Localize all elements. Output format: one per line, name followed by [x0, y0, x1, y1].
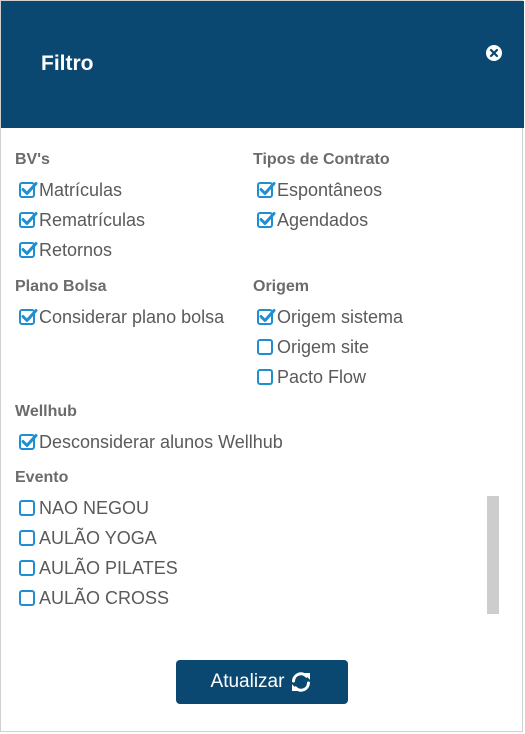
checkbox-checked[interactable]: [19, 212, 38, 228]
checkbox-label: NAO NEGOU: [39, 497, 150, 518]
checkbox-label: AULÃO PILATES: [39, 557, 178, 578]
modal-header: Filtro: [1, 1, 524, 128]
checkbox-label: Origem sistema: [277, 306, 404, 327]
checkbox-row-retornos[interactable]: Retornos: [19, 238, 112, 262]
checkbox-row-origem-site[interactable]: Origem site: [257, 335, 369, 359]
checkbox-label: AULÃO YOGA: [39, 527, 157, 548]
checkbox-label: Considerar plano bolsa: [39, 306, 225, 327]
checkbox[interactable]: [257, 369, 273, 385]
checkbox-label: Rematrículas: [39, 209, 146, 230]
refresh-icon: [289, 670, 313, 694]
checkbox-label: Pacto Flow: [277, 366, 367, 387]
checkbox-row-desconsiderar-wellhub[interactable]: Desconsiderar alunos Wellhub: [19, 430, 283, 454]
checkbox[interactable]: [19, 530, 35, 546]
update-button-label: Atualizar: [210, 671, 285, 692]
section-label-plano-bolsa: Plano Bolsa: [15, 278, 107, 295]
section-label-evento: Evento: [15, 469, 69, 486]
section-label-origem: Origem: [253, 278, 310, 295]
section-label-tipos-contrato: Tipos de Contrato: [253, 151, 390, 168]
checkbox[interactable]: [257, 339, 273, 355]
checkbox-label: Desconsiderar alunos Wellhub: [39, 431, 283, 452]
checkbox-row-aulao-cross[interactable]: AULÃO CROSS: [19, 586, 169, 610]
checkbox-label: Matrículas: [39, 179, 123, 200]
filter-modal: Filtro BV's Matrículas Rematrículas Reto…: [0, 0, 524, 732]
close-icon[interactable]: [486, 45, 502, 61]
checkbox-label: AULÃO CROSS: [39, 587, 170, 608]
checkbox[interactable]: [19, 500, 35, 516]
scrollbar-thumb[interactable]: [487, 496, 499, 614]
section-label-wellhub: Wellhub: [15, 403, 77, 420]
checkbox-row-origem-sistema[interactable]: Origem sistema: [257, 305, 403, 329]
checkbox-row-matriculas[interactable]: Matrículas: [19, 178, 122, 202]
checkbox-row-rematriculas[interactable]: Rematrículas: [19, 208, 145, 232]
checkbox-checked[interactable]: [257, 182, 276, 198]
checkbox-row-agendados[interactable]: Agendados: [257, 208, 368, 232]
checkbox-row-pacto-flow[interactable]: Pacto Flow: [257, 365, 366, 389]
checkbox-label: Origem site: [277, 336, 370, 357]
checkbox-checked[interactable]: [19, 182, 38, 198]
checkbox-row-aulao-yoga[interactable]: AULÃO YOGA: [19, 526, 157, 550]
checkbox-label: Agendados: [277, 209, 369, 230]
checkbox-checked[interactable]: [19, 434, 38, 450]
checkbox-label: Espontâneos: [277, 179, 383, 200]
checkbox[interactable]: [19, 560, 35, 576]
checkbox-checked[interactable]: [19, 242, 38, 258]
checkbox-row-considerar-plano-bolsa[interactable]: Considerar plano bolsa: [19, 305, 224, 329]
checkbox-row-nao-negou[interactable]: NAO NEGOU: [19, 496, 149, 520]
checkbox-row-aulao-pilates[interactable]: AULÃO PILATES: [19, 556, 178, 580]
modal-title: Filtro: [41, 52, 94, 75]
checkbox-checked[interactable]: [19, 309, 38, 325]
evento-scrollbar[interactable]: [487, 496, 499, 616]
checkbox-label: Retornos: [39, 239, 113, 260]
checkbox-row-espontaneos[interactable]: Espontâneos: [257, 178, 382, 202]
section-label-bvs: BV's: [15, 151, 50, 168]
checkbox-checked[interactable]: [257, 309, 276, 325]
checkbox-checked[interactable]: [257, 212, 276, 228]
checkbox[interactable]: [19, 590, 35, 606]
update-button[interactable]: Atualizar: [176, 660, 348, 704]
